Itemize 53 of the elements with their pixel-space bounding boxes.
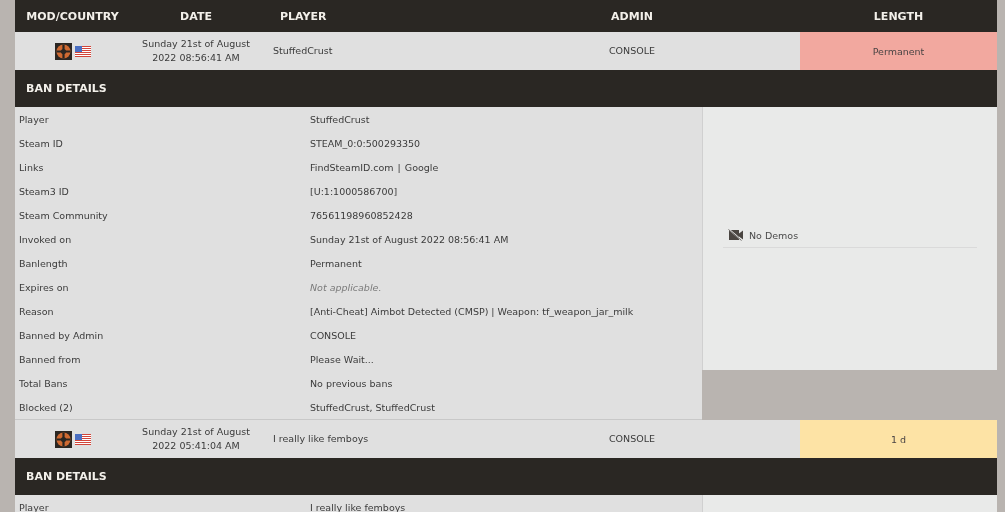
ban-length: 1 d	[800, 420, 997, 458]
detail-value: [Anti-Cheat] Aimbot Detected (CMSP) | Weapon: tf_weapon_jar_milk	[310, 305, 635, 317]
detail-value: STEAM_0:0:500293350	[310, 137, 422, 149]
detail-label: Invoked on	[18, 233, 73, 245]
detail-label: Blocked (2)	[18, 401, 74, 413]
detail-value: Sunday 21st of August 2022 08:56:41 AM	[310, 233, 510, 245]
detail-value: No previous bans	[310, 377, 394, 389]
details-title: BAN DETAILS	[26, 82, 107, 95]
detail-label: Links	[18, 161, 45, 173]
detail-value: 76561198960852428	[310, 209, 414, 221]
detail-value: StuffedCrust	[310, 113, 371, 125]
game-logo-icon	[54, 430, 72, 448]
detail-value: I really like femboys	[310, 501, 407, 512]
detail-link[interactable]: Google	[404, 161, 439, 173]
ban-date: Sunday 21st of August 2022 08:56:41 AM	[141, 37, 251, 65]
admin-name: CONSOLE	[609, 44, 655, 58]
admin-name: CONSOLE	[609, 432, 655, 446]
demos-status: No Demos	[749, 229, 799, 241]
ban-length: Permanent	[800, 32, 997, 70]
detail-label: Banlength	[18, 257, 69, 269]
game-logo-icon	[54, 42, 72, 60]
column-header: MOD/COUNTRY	[25, 9, 120, 23]
video-off-icon	[728, 229, 744, 241]
detail-value: [U:1:1000586700]	[310, 185, 399, 197]
column-header: LENGTH	[872, 9, 925, 23]
detail-value: Please Wait...	[310, 353, 375, 365]
ban-row[interactable]: Sunday 21st of August 2022 05:41:04 AM I really like femboys CONSOLE 1 d	[15, 420, 997, 458]
player-name: I really like femboys	[273, 432, 369, 446]
detail-label: Banned from	[18, 353, 82, 365]
detail-value: Not applicable.	[310, 281, 383, 293]
column-header: ADMIN	[610, 9, 654, 23]
detail-label: Banned by Admin	[18, 329, 105, 341]
detail-label: Reason	[18, 305, 55, 317]
flag-icon	[74, 45, 91, 57]
column-header: DATE	[179, 9, 213, 23]
detail-link[interactable]: FindSteamID.com	[310, 161, 394, 173]
detail-value: CONSOLE	[310, 329, 358, 341]
ban-row[interactable]: Sunday 21st of August 2022 08:56:41 AM StuffedCrust CONSOLE Permanent	[15, 32, 997, 70]
detail-label: Steam ID	[18, 137, 64, 149]
player-name: StuffedCrust	[273, 44, 333, 58]
detail-value: Permanent	[310, 257, 363, 269]
detail-label: Expires on	[18, 281, 70, 293]
detail-label: Steam3 ID	[18, 185, 70, 197]
detail-value: StuffedCrust, StuffedCrust	[310, 401, 436, 413]
link-separator: |	[397, 161, 401, 173]
details-title: BAN DETAILS	[26, 470, 107, 483]
detail-label: Steam Community	[18, 209, 109, 221]
detail-label: Player	[18, 113, 50, 125]
column-header: PLAYER	[279, 9, 328, 23]
flag-icon	[74, 433, 91, 445]
detail-label: Player	[18, 501, 50, 512]
ban-date: Sunday 21st of August 2022 05:41:04 AM	[141, 425, 251, 453]
detail-label: Total Bans	[18, 377, 69, 389]
